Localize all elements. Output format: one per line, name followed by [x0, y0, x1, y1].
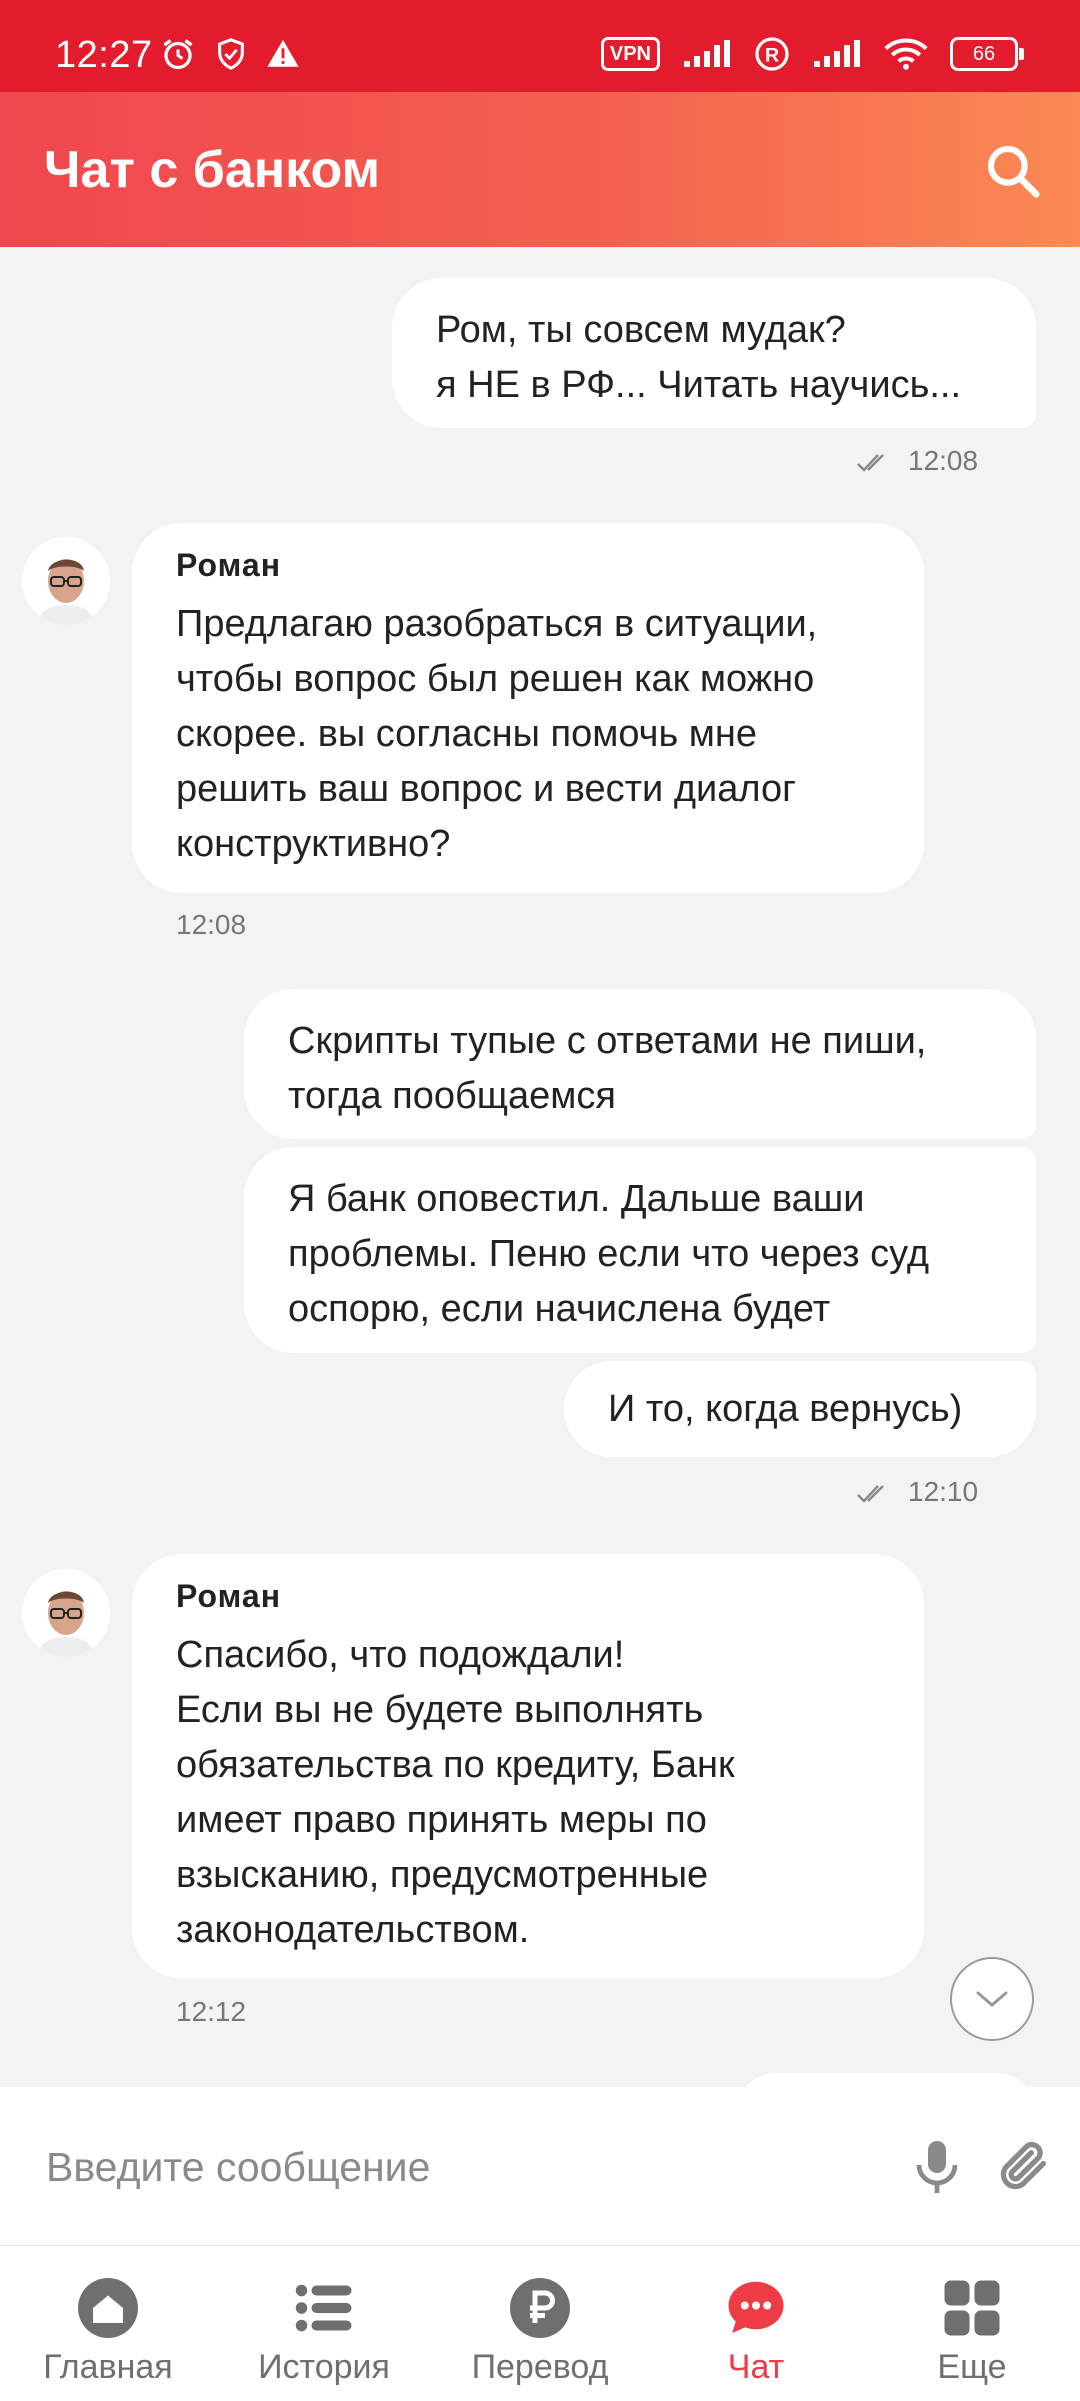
paperclip-icon	[1000, 2141, 1046, 2190]
battery-indicator: 66	[950, 37, 1024, 71]
message-line: И то, когда вернусь)	[608, 1388, 963, 1430]
ruble-icon	[510, 2278, 570, 2338]
agent-avatar-image	[22, 537, 110, 625]
microphone-icon	[916, 2141, 958, 2193]
message-line: Предлагаю разобраться в ситуации,	[176, 603, 818, 645]
list-icon	[295, 2284, 352, 2332]
search-button[interactable]	[982, 140, 1044, 202]
message-time-text: 12:10	[908, 1476, 979, 1507]
nav-item-history[interactable]: История	[216, 2246, 432, 2401]
message-line: имеет право принять меры по	[176, 1799, 707, 1841]
nav-item-more[interactable]: Еще	[864, 2246, 1080, 2401]
nav-label: История	[258, 2348, 390, 2386]
message-line: Скрипты тупые с ответами не пиши,	[288, 1020, 927, 1062]
attach-button[interactable]	[995, 2137, 1053, 2200]
message-outgoing[interactable]: И то, когда вернусь)	[564, 1361, 1036, 1457]
agent-avatar-image	[22, 1569, 110, 1657]
message-outgoing[interactable]: Скрипты тупые с ответами не пиши, тогда …	[244, 989, 1036, 1139]
search-icon	[987, 145, 1040, 198]
shield-icon	[218, 38, 244, 70]
signal-icon-2	[814, 40, 860, 67]
message-sender: Роман	[176, 1578, 282, 1614]
message-outgoing[interactable]: Ром, ты совсем мудак? я НЕ в РФ... Читат…	[392, 278, 1036, 428]
message-line: Если вы не будете выполнять	[176, 1689, 704, 1731]
avatar[interactable]	[22, 1569, 110, 1657]
nav-label: Перевод	[471, 2348, 609, 2386]
status-time: 12:27	[55, 34, 153, 76]
roaming-icon: R	[755, 37, 789, 71]
message-line: взысканию, предусмотренные	[176, 1854, 709, 1896]
message-line: тогда пообщаемся	[288, 1075, 616, 1117]
message-line: законодательством.	[176, 1909, 530, 1951]
message-outgoing[interactable]: Я банк оповестил. Дальше ваши проблемы. …	[244, 1147, 1036, 1353]
alarm-icon	[163, 39, 193, 70]
vpn-badge: VPN	[600, 37, 660, 71]
message-time: 12:10	[856, 1476, 978, 1508]
chat-messages[interactable]: Ром, ты совсем мудак? я НЕ в РФ... Читат…	[0, 247, 1080, 2087]
nav-item-transfer[interactable]: Перевод	[432, 2246, 648, 2401]
message-time-text: 12:08	[908, 445, 979, 476]
chat-icon	[728, 2281, 784, 2333]
voice-button[interactable]	[912, 2139, 962, 2200]
grid-icon	[944, 2280, 1000, 2336]
message-line: я НЕ в РФ... Читать научись...	[436, 364, 962, 406]
message-line: Спасибо, что подождали!	[176, 1634, 625, 1676]
signal-icon	[684, 40, 730, 67]
message-line: скорее. вы согласны помочь мне	[176, 713, 758, 755]
nav-label: Чат	[727, 2348, 785, 2386]
message-line: чтобы вопрос был решен как можно	[176, 658, 815, 700]
double-check-icon	[857, 453, 884, 472]
chevron-down-icon	[976, 1991, 1008, 2007]
home-icon	[78, 2278, 138, 2338]
svg-text:R: R	[765, 45, 779, 67]
message-line: Я банк оповестил. Дальше ваши	[288, 1178, 865, 1220]
message-line: обязательства по кредиту, Банк	[176, 1744, 735, 1786]
nav-label: Главная	[43, 2348, 173, 2386]
message-incoming[interactable]: Роман Спасибо, что подождали! Если вы не…	[132, 1554, 924, 1978]
message-line: проблемы. Пеню если что через суд	[288, 1233, 930, 1275]
message-sender: Роман	[176, 547, 282, 583]
scroll-down-button[interactable]	[950, 1957, 1034, 2041]
message-line: оспорю, если начислена будет	[288, 1288, 831, 1330]
message-time: 12:08	[856, 445, 978, 477]
warning-icon	[267, 39, 299, 67]
message-time: 12:12	[176, 1996, 247, 2027]
message-line: решить ваш вопрос и вести диалог	[176, 768, 796, 810]
wifi-icon	[884, 38, 928, 70]
nav-item-chat[interactable]: Чат	[648, 2246, 864, 2401]
double-check-icon	[857, 1484, 884, 1503]
message-outgoing-partial[interactable]	[736, 2073, 1036, 2087]
page-title: Чат с банком	[44, 141, 381, 199]
message-time: 12:08	[176, 909, 247, 940]
message-line: Ром, ты совсем мудак?	[436, 309, 846, 351]
nav-label: Еще	[937, 2348, 1007, 2386]
status-bar: 12:27 VPN R 66	[0, 0, 1080, 92]
app-header: Чат с банком	[0, 92, 1080, 247]
bottom-navigation: Главная История Перевод Чат Еще	[0, 2245, 1080, 2401]
nav-item-home[interactable]: Главная	[0, 2246, 216, 2401]
message-line: конструктивно?	[176, 823, 451, 865]
avatar[interactable]	[22, 537, 110, 625]
message-input[interactable]	[44, 2087, 868, 2247]
message-input-bar	[0, 2087, 1080, 2247]
message-incoming[interactable]: Роман Предлагаю разобраться в ситуации, …	[132, 523, 924, 893]
